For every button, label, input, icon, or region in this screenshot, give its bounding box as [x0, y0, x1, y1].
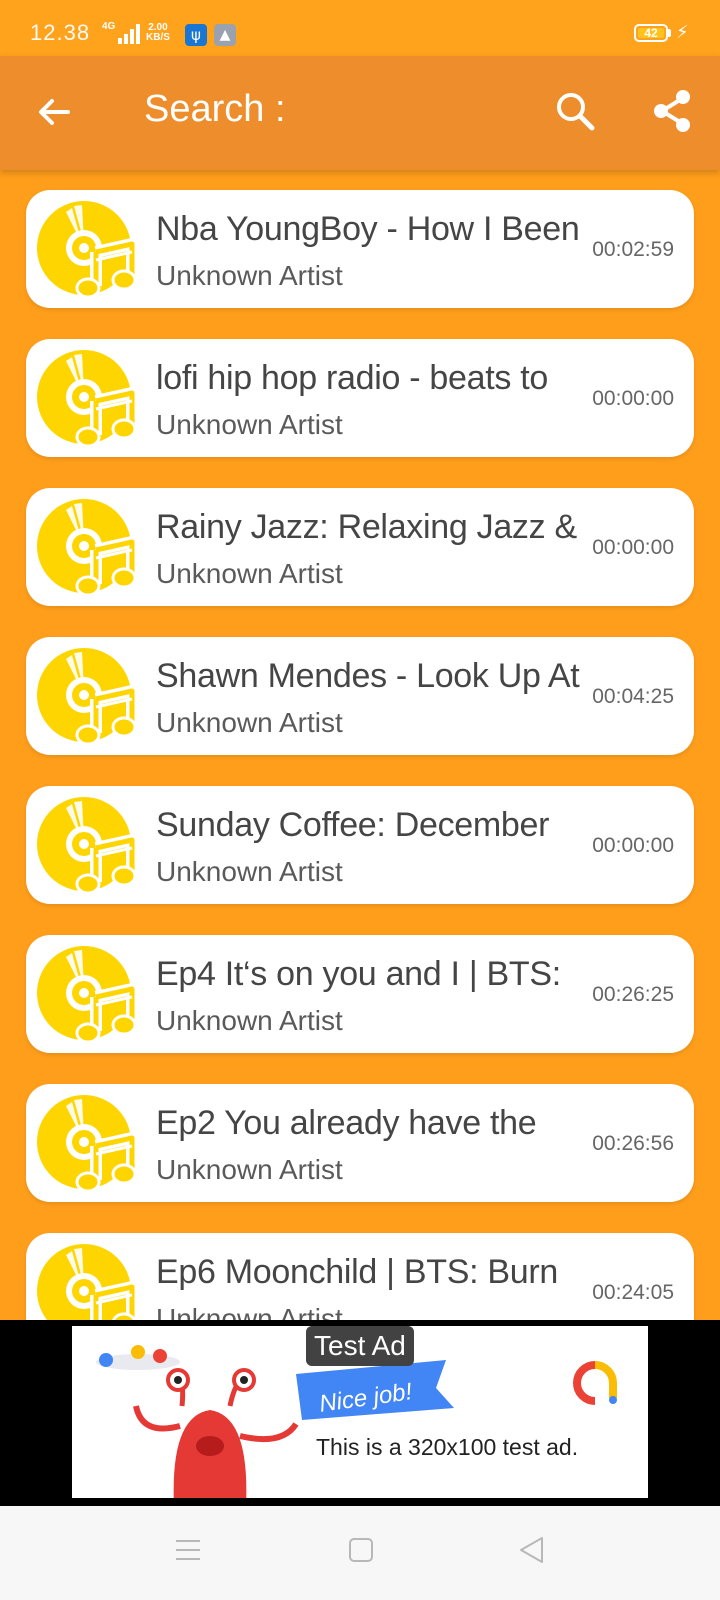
music-disc-icon — [37, 1095, 136, 1193]
track-title: Nba YoungBoy - How I Been — [156, 210, 580, 248]
app-toolbar: Search : — [0, 56, 720, 170]
track-duration: 00:00:00 — [592, 834, 674, 857]
music-disc-icon — [37, 1244, 136, 1320]
track-title: Sunday Coffee: December — [156, 806, 550, 844]
usb-icon: ψ — [185, 24, 207, 46]
battery-level: 42 — [644, 26, 658, 40]
music-disc-icon — [37, 797, 136, 895]
page-title: Search : — [144, 88, 286, 130]
admob-logo-icon — [573, 1361, 617, 1405]
recent-apps-icon[interactable] — [176, 1538, 200, 1562]
nice-job-banner: Nice job! — [296, 1360, 454, 1420]
hotspot-icon: ▲ — [214, 24, 236, 46]
battery-tip — [668, 29, 671, 37]
track-artist: Unknown Artist — [156, 260, 343, 291]
back-arrow-icon[interactable] — [34, 92, 74, 132]
ad-banner[interactable]: Nice job! Test Ad This is a 320x100 test… — [72, 1326, 648, 1498]
track-title: lofi hip hop radio - beats to — [156, 359, 548, 397]
back-triangle-icon[interactable] — [518, 1536, 546, 1564]
track-card[interactable]: Ep6 Moonchild | BTS: Burn Unknown Artist… — [26, 1233, 694, 1320]
track-title: Shawn Mendes - Look Up At — [156, 657, 580, 695]
track-title: Ep2 You already have the — [156, 1104, 537, 1142]
music-disc-icon — [37, 350, 136, 448]
home-icon[interactable] — [349, 1538, 373, 1562]
track-card[interactable]: Ep2 You already have the Unknown Artist … — [26, 1084, 694, 1202]
music-disc-icon — [37, 201, 136, 299]
track-duration: 00:02:59 — [592, 238, 674, 261]
share-icon[interactable] — [650, 88, 694, 134]
track-list[interactable]: Nba YoungBoy - How I Been Unknown Artist… — [0, 170, 720, 1320]
charging-icon: ⚡ — [676, 22, 689, 43]
track-card[interactable]: Rainy Jazz: Relaxing Jazz & Unknown Arti… — [26, 488, 694, 606]
track-duration: 00:24:05 — [592, 1281, 674, 1304]
status-time: 12.38 — [30, 20, 91, 45]
track-card[interactable]: Shawn Mendes - Look Up At Unknown Artist… — [26, 637, 694, 755]
track-card[interactable]: lofi hip hop radio - beats to Unknown Ar… — [26, 339, 694, 457]
network-speed: 2.00 KB/S — [146, 23, 170, 43]
track-artist: Unknown Artist — [156, 558, 343, 589]
test-ad-label: Test Ad — [306, 1326, 414, 1366]
track-title: Ep4 It‘s on you and I | BTS: — [156, 955, 561, 993]
track-artist: Unknown Artist — [156, 1005, 343, 1036]
track-card[interactable]: Nba YoungBoy - How I Been Unknown Artist… — [26, 190, 694, 308]
track-card[interactable]: Sunday Coffee: December Unknown Artist 0… — [26, 786, 694, 904]
track-duration: 00:00:00 — [592, 536, 674, 559]
track-artist: Unknown Artist — [156, 1303, 343, 1320]
track-card[interactable]: Ep4 It‘s on you and I | BTS: Unknown Art… — [26, 935, 694, 1053]
search-icon[interactable] — [554, 90, 596, 132]
monster-illustration — [133, 1368, 299, 1498]
music-disc-icon — [37, 499, 136, 597]
track-duration: 00:26:56 — [592, 1132, 674, 1155]
ad-container: Nice job! Test Ad This is a 320x100 test… — [0, 1320, 720, 1506]
network-type: 4G — [102, 21, 116, 32]
music-disc-icon — [37, 648, 136, 746]
ad-body-text: This is a 320x100 test ad. — [316, 1434, 579, 1460]
speed-unit: KB/S — [146, 32, 170, 43]
track-artist: Unknown Artist — [156, 409, 343, 440]
track-duration: 00:04:25 — [592, 685, 674, 708]
track-title: Rainy Jazz: Relaxing Jazz & — [156, 508, 577, 546]
track-artist: Unknown Artist — [156, 1154, 343, 1185]
system-nav-bar — [0, 1506, 720, 1600]
track-artist: Unknown Artist — [156, 856, 343, 887]
status-bar: 12.38 4G 2.00 KB/S ψ ▲ 42 ⚡ — [0, 0, 720, 56]
music-disc-icon — [37, 946, 136, 1044]
track-duration: 00:26:25 — [592, 983, 674, 1006]
track-title: Ep6 Moonchild | BTS: Burn — [156, 1253, 558, 1291]
track-artist: Unknown Artist — [156, 707, 343, 738]
track-duration: 00:00:00 — [592, 387, 674, 410]
battery-icon: 42 — [634, 24, 668, 42]
signal-icon — [118, 24, 140, 44]
